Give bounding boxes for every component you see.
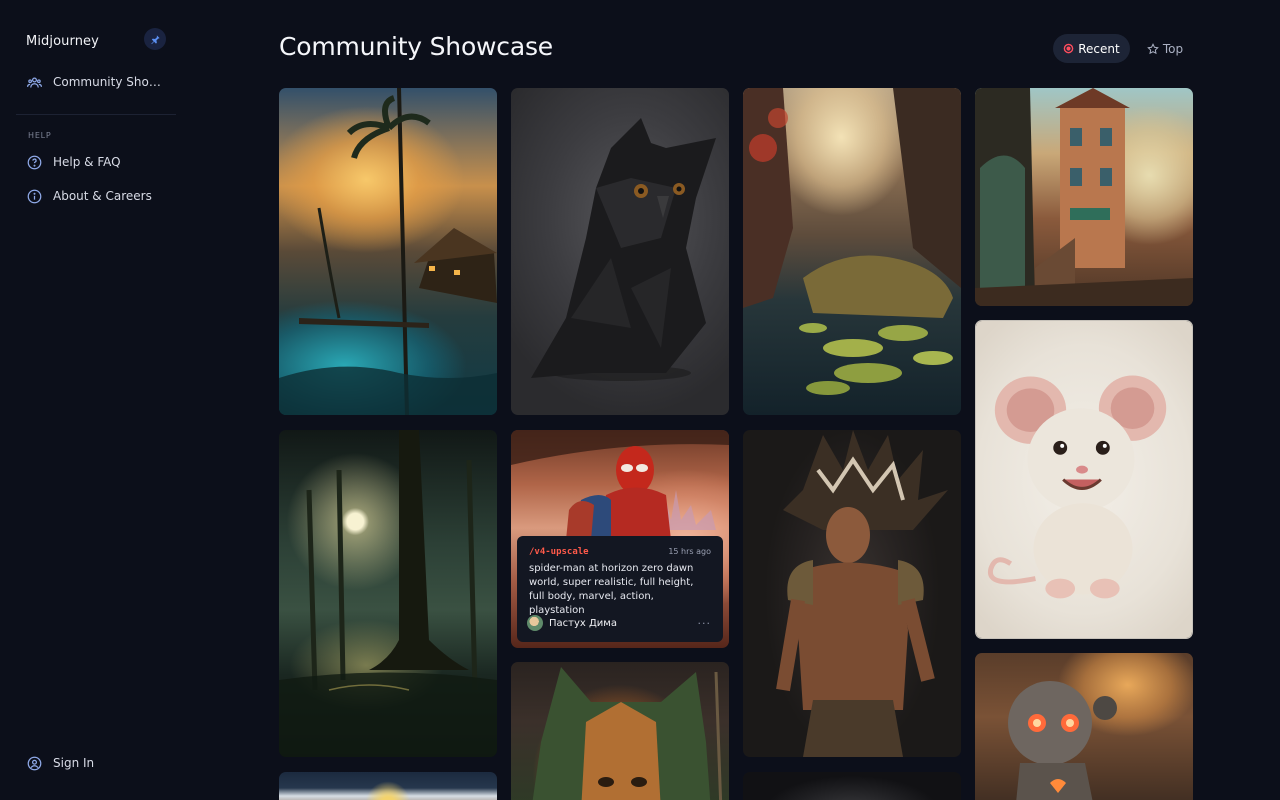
sort-top-label: Top: [1162, 41, 1184, 56]
showcase-image-detail: [776, 430, 948, 757]
showcase-tile-cute-mouse[interactable]: [975, 320, 1193, 639]
showcase-image-detail: [975, 88, 1193, 306]
showcase-tile-canyon-pond[interactable]: [743, 88, 961, 415]
showcase-tile-geometric-owl[interactable]: [511, 88, 729, 415]
sort-top-button[interactable]: Top: [1140, 34, 1190, 63]
showcase-image-detail: [743, 88, 961, 395]
app-root: Midjourney Community Showcase HELP: [0, 0, 1280, 800]
sidebar-item-label: Help & FAQ: [53, 155, 121, 169]
sidebar-divider: [16, 114, 176, 115]
community-icon: [26, 74, 42, 90]
page-title: Community Showcase: [279, 32, 553, 61]
avatar[interactable]: [527, 615, 543, 631]
command-label: /v4-upscale: [529, 546, 589, 557]
brand-logo-text[interactable]: Midjourney: [26, 34, 99, 49]
pin-sidebar-button[interactable]: [144, 28, 166, 50]
showcase-tile-beach-village[interactable]: [279, 88, 497, 415]
image-info-card[interactable]: /v4-upscale 15 hrs ago spider-man at hor…: [517, 536, 723, 642]
showcase-tile-city-street[interactable]: [975, 88, 1193, 306]
star-icon: [1147, 42, 1159, 55]
sidebar: Midjourney Community Showcase HELP: [0, 0, 190, 800]
showcase-image: [743, 772, 961, 800]
recent-icon: [1063, 43, 1074, 54]
showcase-image-detail: [279, 88, 497, 415]
sidebar-item-label: Community Showcase: [53, 75, 169, 89]
sidebar-item-about-careers[interactable]: About & Careers: [26, 186, 152, 206]
brand-row: Midjourney: [26, 28, 166, 50]
showcase-tile-moonlit-swamp[interactable]: [279, 430, 497, 757]
card-footer: Пастух Дима ···: [527, 614, 711, 632]
timestamp: 15 hrs ago: [668, 547, 711, 556]
sign-in-label: Sign In: [53, 756, 95, 770]
sort-recent-label: Recent: [1078, 41, 1120, 56]
showcase-image-detail: [279, 430, 497, 757]
showcase-tile-rusty-robot[interactable]: [975, 653, 1193, 800]
pin-icon: [150, 34, 160, 44]
showcase-image-detail: [988, 375, 1167, 599]
showcase-image-detail: [532, 667, 723, 800]
sidebar-item-community-showcase[interactable]: Community Showcase: [26, 72, 169, 92]
sort-recent-button[interactable]: Recent: [1053, 34, 1130, 63]
help-section-label: HELP: [28, 131, 52, 140]
showcase-image-detail: [531, 118, 716, 381]
user-circle-icon: [26, 755, 42, 771]
showcase-tile-winter-village[interactable]: [279, 772, 497, 800]
showcase-tile-hooded-figure[interactable]: [743, 772, 961, 800]
showcase-image: [279, 772, 497, 800]
showcase-image-detail: [1008, 681, 1117, 800]
card-header: /v4-upscale 15 hrs ago: [529, 545, 711, 558]
help-circle-icon: [26, 154, 42, 170]
sidebar-item-label: About & Careers: [53, 189, 152, 203]
showcase-tile-spiderman[interactable]: /v4-upscale 15 hrs ago spider-man at hor…: [511, 430, 729, 648]
sidebar-item-help-faq[interactable]: Help & FAQ: [26, 152, 121, 172]
prompt-text: spider-man at horizon zero dawn world, s…: [529, 563, 694, 616]
showcase-tile-tribal-warrior[interactable]: [743, 430, 961, 757]
info-circle-icon: [26, 188, 42, 204]
showcase-tile-hooded-fox[interactable]: [511, 662, 729, 800]
more-options-icon[interactable]: ···: [698, 617, 712, 630]
username[interactable]: Пастух Дима: [549, 618, 617, 629]
sign-in-button[interactable]: Sign In: [26, 753, 94, 773]
